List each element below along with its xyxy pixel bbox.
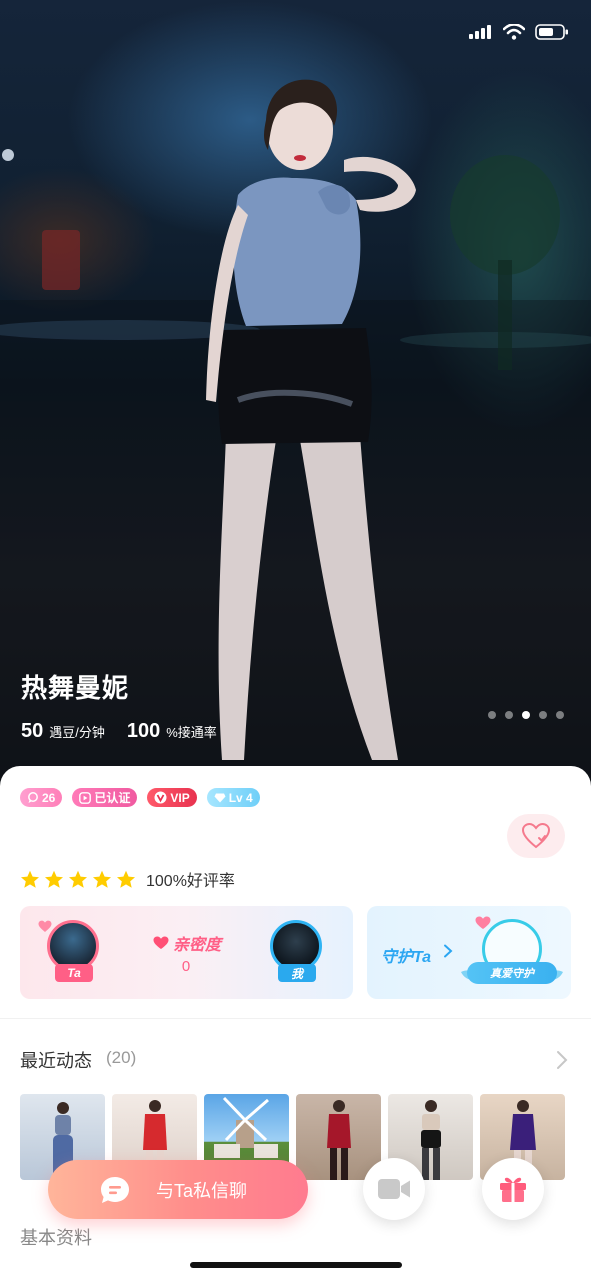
intimacy-card[interactable]: Ta 亲密度 0 我 bbox=[20, 906, 353, 999]
divider bbox=[0, 1018, 591, 1019]
guard-card[interactable]: 守护Ta 真爱守护 bbox=[367, 906, 571, 999]
vip-label: VIP bbox=[170, 790, 190, 805]
star-icon bbox=[21, 870, 39, 888]
video-call-button[interactable] bbox=[363, 1158, 425, 1220]
pager-dot[interactable] bbox=[556, 711, 564, 719]
guard-label: 守护Ta bbox=[381, 949, 432, 966]
profile-name: 热舞曼妮 bbox=[21, 673, 130, 703]
fans-badge: 26 bbox=[20, 788, 63, 807]
private-chat-button[interactable]: 与Ta私信聊 bbox=[48, 1160, 308, 1219]
profile-photo[interactable]: 热舞曼妮 50 遇豆/分钟 100 %接通率 bbox=[0, 0, 591, 800]
basic-info-title: 基本资料 bbox=[20, 1228, 92, 1248]
intimacy-value: 0 bbox=[181, 958, 191, 975]
chevron-right-icon[interactable] bbox=[556, 1050, 568, 1070]
badge-row: 26 已认证 VIP Lv 4 bbox=[20, 788, 260, 807]
level-badge: Lv 4 bbox=[206, 788, 260, 807]
star-icon bbox=[69, 870, 87, 888]
verified-badge: 已认证 bbox=[72, 788, 138, 807]
small-heart-icon bbox=[38, 920, 52, 932]
pager-dot-active[interactable] bbox=[522, 711, 530, 719]
price-unit: 遇豆/分钟 bbox=[49, 725, 105, 740]
star-icon bbox=[93, 870, 111, 888]
play-icon bbox=[79, 791, 92, 804]
moments-title[interactable]: 最近动态 bbox=[20, 1047, 92, 1073]
battery-icon bbox=[535, 24, 568, 40]
vip-badge: VIP bbox=[147, 788, 197, 807]
chat-button-label: 与Ta私信聊 bbox=[156, 1180, 248, 1201]
intimacy-label: 亲密度 bbox=[173, 937, 222, 954]
pink-heart-icon bbox=[475, 916, 491, 929]
home-indicator[interactable] bbox=[190, 1262, 402, 1268]
intimacy-title: 亲密度 bbox=[153, 931, 221, 955]
moment-thumbnail[interactable] bbox=[296, 1094, 381, 1180]
chevron-right-icon bbox=[444, 944, 453, 958]
pager-dot[interactable] bbox=[539, 711, 547, 719]
moments-count: (20) bbox=[106, 1048, 137, 1067]
follow-heart-button[interactable] bbox=[507, 814, 565, 858]
status-bar bbox=[469, 24, 569, 40]
chat-bubble-icon bbox=[28, 791, 38, 803]
ta-tag: Ta bbox=[55, 964, 93, 982]
star-icon bbox=[45, 870, 63, 888]
wifi-icon bbox=[503, 24, 525, 40]
vip-v-icon bbox=[154, 791, 167, 804]
pager-dot[interactable] bbox=[505, 711, 513, 719]
gift-button[interactable] bbox=[482, 1158, 544, 1220]
level-label: Lv 4 bbox=[228, 790, 253, 805]
chat-icon bbox=[101, 1176, 129, 1203]
photo-pager[interactable] bbox=[488, 711, 564, 719]
video-camera-icon bbox=[378, 1179, 410, 1199]
pager-dot[interactable] bbox=[488, 711, 496, 719]
price-value: 50 bbox=[21, 720, 44, 742]
me-tag: 我 bbox=[278, 964, 316, 982]
guard-ribbon: 真爱守护 bbox=[467, 962, 557, 984]
signal-icon bbox=[469, 25, 491, 39]
fans-count: 26 bbox=[42, 790, 56, 805]
connect-rate-value: 100 bbox=[126, 720, 161, 742]
profile-stats: 50 遇豆/分钟 100 %接通率 bbox=[21, 720, 217, 743]
heart-outline-icon bbox=[522, 823, 550, 849]
star-icon bbox=[117, 870, 135, 888]
photo-figure bbox=[326, 1100, 351, 1180]
verified-label: 已认证 bbox=[94, 791, 131, 805]
diamond-icon bbox=[214, 793, 226, 802]
rating-row: 100%好评率 bbox=[20, 867, 235, 891]
heart-icon bbox=[153, 936, 169, 949]
rating-text: 100%好评率 bbox=[146, 873, 235, 890]
connect-rate-unit: %接通率 bbox=[166, 725, 217, 740]
gift-icon bbox=[500, 1177, 526, 1202]
